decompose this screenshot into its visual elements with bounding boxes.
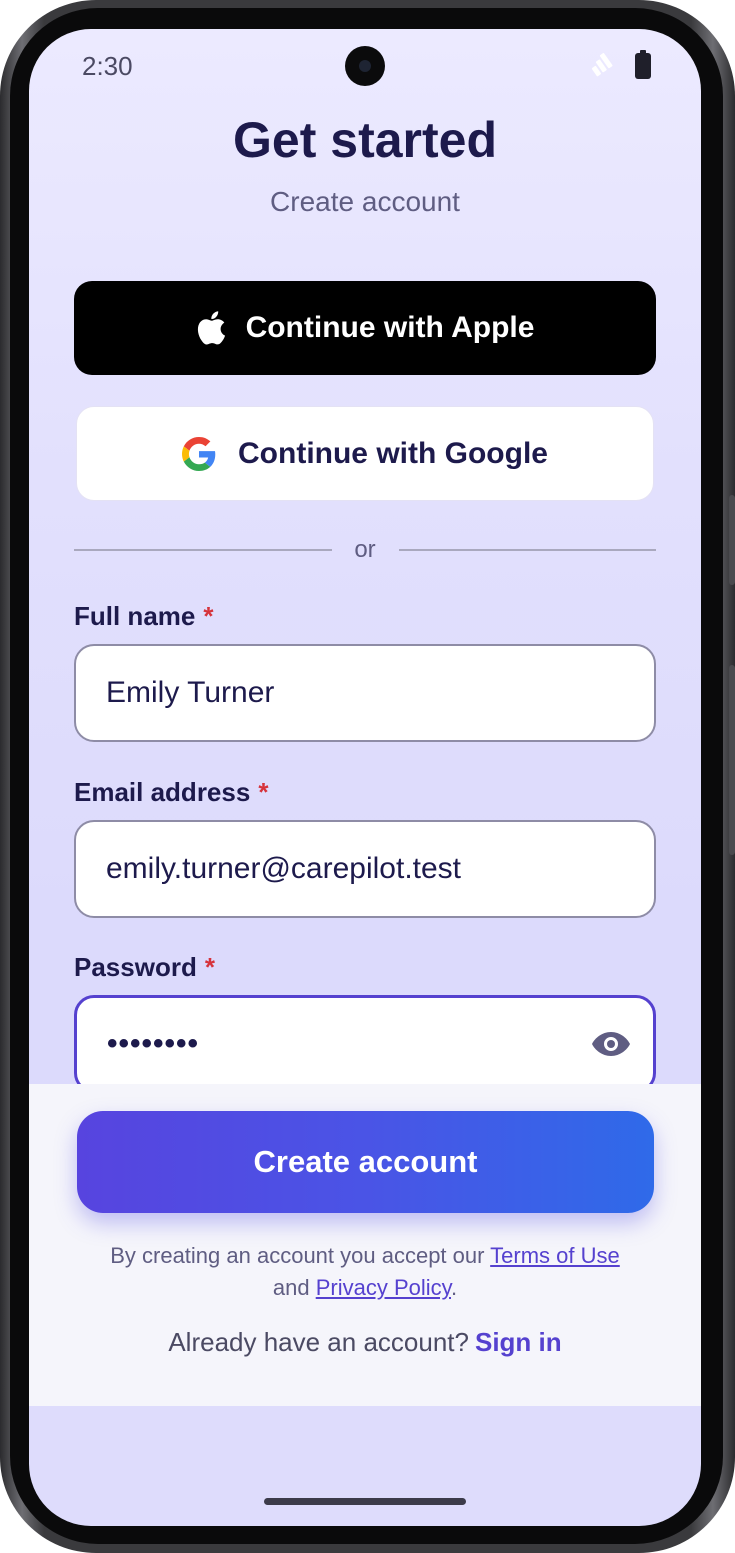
signin-row: Already have an account? Sign in — [29, 1327, 701, 1358]
signin-prompt: Already have an account? — [168, 1327, 469, 1357]
terms-of-use-link[interactable]: Terms of Use — [490, 1243, 620, 1268]
privacy-policy-link[interactable]: Privacy Policy — [316, 1275, 451, 1300]
eye-icon[interactable] — [591, 1029, 631, 1059]
required-marker: * — [203, 601, 214, 631]
email-value: emily.turner@carepilot.test — [106, 852, 462, 885]
divider-text: or — [354, 536, 376, 563]
password-value: •••••••• — [107, 1027, 200, 1060]
continue-with-apple-button[interactable]: Continue with Apple — [74, 281, 656, 375]
google-button-label: Continue with Google — [238, 436, 548, 470]
page-subtitle: Create account — [270, 186, 460, 217]
battery-icon — [635, 50, 651, 79]
phone-frame: 2:30 Get started Create account Continue… — [0, 0, 735, 1553]
legal-and: and — [272, 1275, 310, 1300]
email-field[interactable]: emily.turner@carepilot.test — [74, 820, 656, 918]
password-label-text: Password — [74, 952, 197, 982]
status-time: 2:30 — [82, 51, 133, 81]
create-account-button[interactable]: Create account — [77, 1111, 654, 1213]
legal-suffix: . — [451, 1275, 458, 1300]
email-label: Email address * — [74, 777, 268, 808]
apple-icon — [197, 311, 225, 345]
create-account-label: Create account — [253, 1144, 478, 1179]
google-icon — [182, 436, 216, 471]
password-field[interactable]: •••••••• — [74, 995, 656, 1093]
full-name-label: Full name * — [74, 601, 213, 632]
email-label-text: Email address — [74, 777, 251, 807]
divider-line-left — [74, 549, 332, 551]
full-name-label-text: Full name — [74, 601, 196, 631]
full-name-value: Emily Turner — [106, 676, 275, 709]
apple-button-label: Continue with Apple — [245, 311, 535, 344]
full-name-field[interactable]: Emily Turner — [74, 644, 656, 742]
continue-with-google-button[interactable]: Continue with Google — [76, 406, 654, 501]
volume-button — [729, 495, 735, 585]
screen: 2:30 Get started Create account Continue… — [29, 29, 701, 1526]
page-title: Get started — [233, 112, 497, 168]
legal-text: By creating an account you accept our Te… — [29, 1240, 701, 1304]
sign-in-link[interactable]: Sign in — [475, 1327, 562, 1357]
camera-icon — [345, 46, 385, 86]
power-button — [729, 665, 735, 855]
legal-prefix: By creating an account you accept our — [110, 1243, 485, 1268]
required-marker: * — [204, 952, 215, 982]
required-marker: * — [258, 777, 269, 807]
status-icons — [589, 50, 651, 79]
signal-icon — [591, 53, 613, 77]
divider-line-right — [399, 549, 656, 551]
password-label: Password * — [74, 952, 215, 983]
home-indicator[interactable] — [264, 1498, 466, 1505]
